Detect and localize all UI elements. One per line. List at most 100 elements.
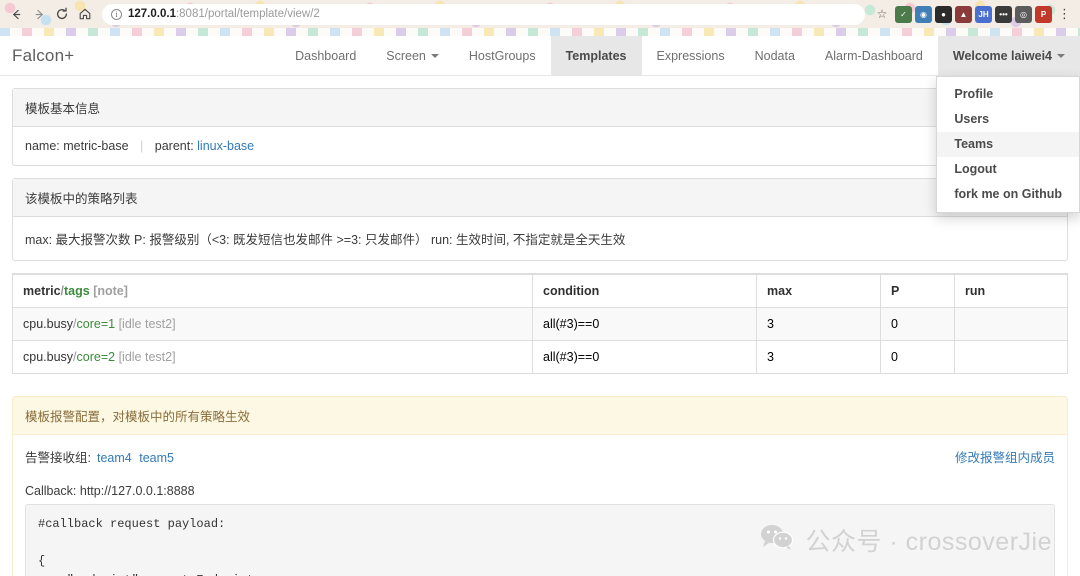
extension-icon[interactable]: ▲ [955,5,972,23]
callback-payload-code: #callback request payload: { "endpoint":… [25,504,1055,576]
name-label: name: [25,139,60,153]
extension-icon[interactable]: ● [935,5,952,23]
back-arrow-icon[interactable] [6,4,26,24]
metric-name: cpu.busy [23,350,74,364]
metric-tag: core=1 [76,317,116,331]
column-header-p: P [880,273,955,308]
menu-item-fork-github[interactable]: fork me on Github [937,182,1079,207]
team-link[interactable]: team4 [97,451,132,465]
column-header-condition: condition [532,273,757,308]
home-icon[interactable] [75,4,95,24]
menu-item-teams[interactable]: Teams [937,132,1079,157]
alarm-config-panel: 模板报警配置，对模板中的所有策略生效 告警接收组: team4 team5 修改… [12,396,1068,576]
metric-note: [idle test2] [118,350,176,364]
nav-item-alarm-dashboard[interactable]: Alarm-Dashboard [810,36,938,75]
url-bar[interactable]: i 127.0.0.1:8081/portal/template/view/2 [102,3,865,25]
table-row[interactable]: cpu.busy/core=2 [idle test2] all(#3)==0 … [12,340,1068,374]
parent-template-link[interactable]: linux-base [197,139,254,153]
user-dropdown-menu: Profile Users Teams Logout fork me on Gi… [936,76,1080,213]
cell-p: 0 [880,307,955,341]
nav-item-screen[interactable]: Screen [371,36,454,75]
cell-max: 3 [756,340,881,374]
chevron-down-icon [1057,53,1065,58]
cell-run [954,307,1068,341]
edit-alarm-group-link[interactable]: 修改报警组内成员 [955,447,1055,466]
column-header-metric: metric/tags [note] [12,273,533,308]
nav-label: Screen [386,48,426,63]
url-text: 127.0.0.1:8081/portal/template/view/2 [128,8,320,20]
strategy-legend: max: 最大报警次数 P: 报警级别（<3: 既发短信也发邮件 >=3: 只发… [25,233,626,247]
header-metric: metric [23,284,61,298]
page-content: 模板基本信息 name: metric-base | parent: linux… [0,76,1080,576]
nav-label: Nodata [754,48,795,63]
panel-title: 模板基本信息 [13,89,1067,127]
table-body: cpu.busy/core=1 [idle test2] all(#3)==0 … [12,307,1068,374]
column-header-max: max [756,273,881,308]
cell-metric: cpu.busy/core=1 [idle test2] [12,307,533,341]
parent-label: parent: [154,139,194,153]
extension-icon[interactable]: ◉ [915,5,932,23]
panel-body: 告警接收组: team4 team5 修改报警组内成员 Callback: ht… [13,435,1067,576]
receiver-row: 告警接收组: team4 team5 修改报警组内成员 [25,447,1055,470]
extension-icon[interactable]: ◎ [1015,5,1032,23]
menu-item-profile[interactable]: Profile [937,82,1079,107]
extension-icon[interactable]: ••• [995,5,1012,23]
site-info-icon[interactable]: i [111,8,122,20]
navbar-menu: Dashboard Screen HostGroups Templates Ex… [280,36,1080,213]
strategy-table: metric/tags [note] condition max P run c… [12,273,1068,374]
panel-body: name: metric-base | parent: linux-base [13,127,1067,165]
brand-logo[interactable]: Falcon+ [0,36,88,75]
browser-menu-icon[interactable]: ⋮ [1055,6,1074,22]
table-head: metric/tags [note] condition max P run [12,273,1068,308]
metric-tag: core=2 [76,350,116,364]
panel-title: 模板报警配置，对模板中的所有策略生效 [13,397,1067,435]
nav-item-nodata[interactable]: Nodata [740,36,810,75]
header-tags: tags [64,284,90,298]
field-separator: | [140,139,144,153]
extension-icons: ✓ ◉ ● ▲ JH ••• ◎ P [895,5,1052,23]
name-value: metric-base [63,139,129,153]
browser-theme-band [0,28,1080,36]
column-header-run: run [954,273,1068,308]
chevron-down-icon [430,53,439,58]
menu-item-users[interactable]: Users [937,107,1079,132]
nav-label: Alarm-Dashboard [824,48,923,63]
url-path: :8081/portal/template/view/2 [175,8,320,20]
reload-icon[interactable] [52,4,72,24]
strategy-list-panel: 该模板中的策略列表 max: 最大报警次数 P: 报警级别（<3: 既发短信也发… [12,178,1068,261]
app-navbar: Falcon+ Dashboard Screen HostGroups Temp… [0,36,1080,213]
extension-icon[interactable]: ✓ [895,5,912,23]
cell-run [954,340,1068,374]
receiver-label: 告警接收组: [25,451,91,465]
nav-item-templates[interactable]: Templates [550,36,642,75]
extension-icon[interactable]: P [1035,5,1052,23]
extension-icon[interactable]: JH [975,5,992,23]
cell-condition: all(#3)==0 [532,307,757,341]
table-header-row: metric/tags [note] condition max P run [12,273,1068,308]
cell-max: 3 [756,307,881,341]
bookmark-star-icon[interactable]: ☆ [872,4,892,24]
nav-label: Templates [565,48,627,63]
nav-item-user-menu[interactable]: Welcome laiwei4 Profile Users Teams Logo… [936,36,1080,213]
callback-label: Callback: http://127.0.0.1:8888 [25,484,195,498]
team-link[interactable]: team5 [139,451,174,465]
menu-item-logout[interactable]: Logout [937,157,1079,182]
table-row[interactable]: cpu.busy/core=1 [idle test2] all(#3)==0 … [12,307,1068,341]
forward-arrow-icon[interactable] [29,4,49,24]
panel-title: 该模板中的策略列表 [13,179,1067,217]
nav-label: Dashboard [295,48,357,63]
nav-item-expressions[interactable]: Expressions [642,36,740,75]
metric-note: [idle test2] [118,317,176,331]
header-note: [note] [93,284,128,298]
nav-label: HostGroups [468,48,536,63]
nav-item-hostgroups[interactable]: HostGroups [454,36,551,75]
url-host: 127.0.0.1 [128,8,176,20]
cell-condition: all(#3)==0 [532,340,757,374]
team-links: team4 team5 [97,451,178,465]
navbar-spacer [88,36,280,75]
nav-label: Expressions [656,48,725,63]
nav-item-dashboard[interactable]: Dashboard [280,36,371,75]
template-basic-info-panel: 模板基本信息 name: metric-base | parent: linux… [12,88,1068,166]
cell-metric: cpu.busy/core=2 [idle test2] [12,340,533,374]
cell-p: 0 [880,340,955,374]
